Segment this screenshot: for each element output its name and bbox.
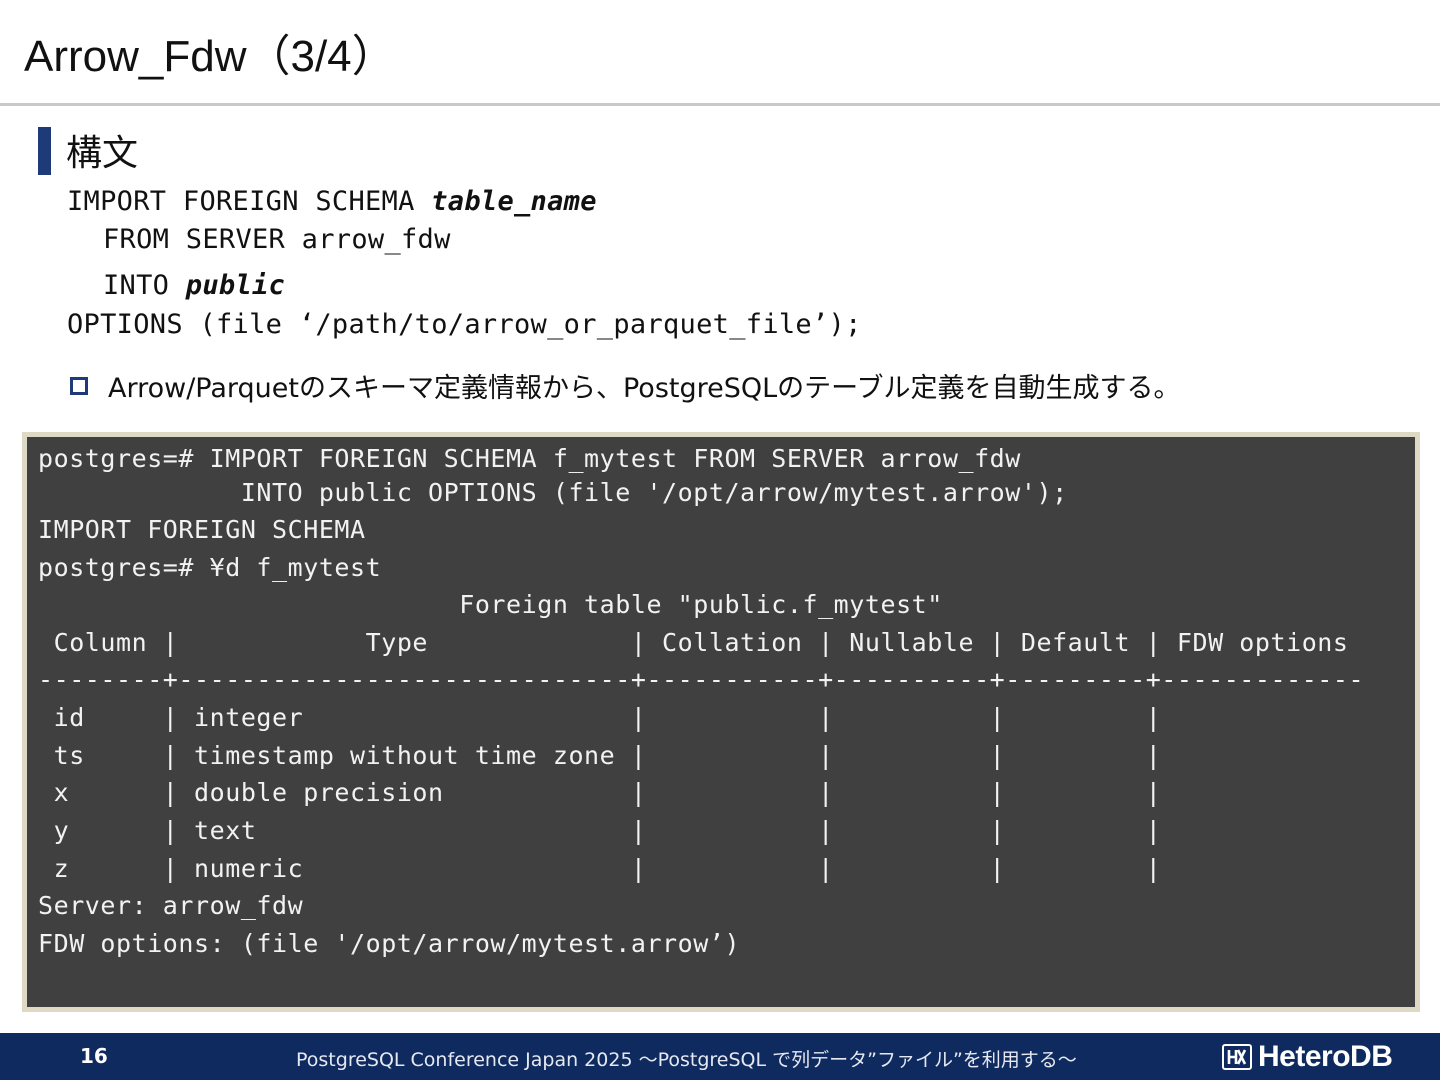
- terminal-line: Foreign table "public.f_mytest": [38, 590, 943, 619]
- footer-text: PostgreSQL Conference Japan 2025 〜Postgr…: [296, 1049, 1077, 1071]
- terminal-line: IMPORT FOREIGN SCHEMA: [38, 515, 366, 544]
- heading-accent-bar: [38, 127, 51, 175]
- terminal-line: x | double precision | | | |: [38, 778, 1162, 807]
- terminal-line: --------+-----------------------------+-…: [38, 665, 1365, 694]
- syntax-keyword: IMPORT FOREIGN SCHEMA: [67, 186, 432, 217]
- terminal-line: postgres=# ¥d f_mytest: [38, 553, 382, 582]
- syntax-line-2: FROM SERVER arrow_fdw: [103, 224, 451, 255]
- terminal-line: Server: arrow_fdw: [38, 891, 304, 920]
- title-divider: [0, 103, 1440, 106]
- section-heading: 構文: [66, 133, 139, 174]
- syntax-param-schema: public: [185, 270, 286, 301]
- syntax-keyword: INTO: [103, 270, 186, 301]
- heterodb-logo: HeteroDB: [1222, 1040, 1393, 1074]
- terminal-line: postgres=# IMPORT FOREIGN SCHEMA f_mytes…: [38, 444, 1021, 473]
- syntax-param-table-name: table_name: [431, 186, 597, 217]
- heterodb-logo-icon: [1222, 1044, 1252, 1070]
- syntax-line-3: INTO public: [103, 270, 285, 301]
- terminal-line: ts | timestamp without time zone | | | |: [38, 741, 1162, 770]
- terminal-line: FDW options: (file '/opt/arrow/mytest.ar…: [38, 929, 741, 958]
- terminal-line: y | text | | | |: [38, 816, 1162, 845]
- syntax-line-4: OPTIONS (file ‘/path/to/arrow_or_parquet…: [67, 309, 862, 340]
- terminal-line: z | numeric | | | |: [38, 854, 1162, 883]
- syntax-line-1: IMPORT FOREIGN SCHEMA table_name: [67, 186, 597, 217]
- bullet-square-icon: [70, 377, 88, 395]
- slide-title: Arrow_Fdw（3/4）: [24, 32, 396, 81]
- terminal-line: Column | Type | Collation | Nullable | D…: [38, 628, 1349, 657]
- logo-text: HeteroDB: [1258, 1040, 1393, 1073]
- bullet-text: Arrow/Parquetのスキーマ定義情報から、PostgreSQLのテーブル…: [108, 373, 1181, 404]
- terminal-line: id | integer | | | |: [38, 703, 1162, 732]
- terminal-line: INTO public OPTIONS (file '/opt/arrow/my…: [38, 478, 1068, 507]
- page-number: 16: [80, 1044, 108, 1068]
